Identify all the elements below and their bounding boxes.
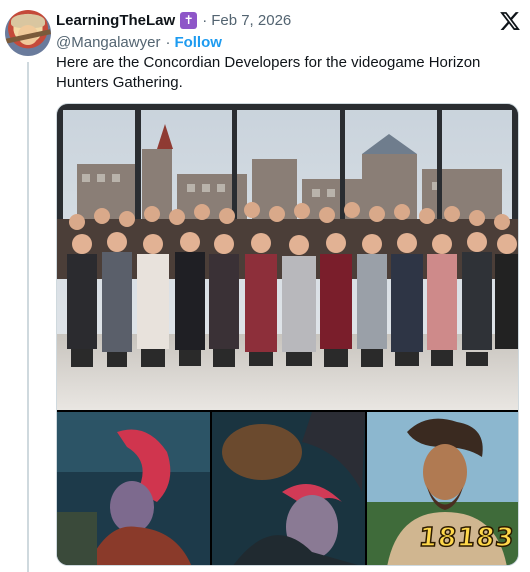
post-date[interactable]: Feb 7, 2026 <box>211 12 291 29</box>
cross-badge-icon: ✝ <box>180 11 198 29</box>
author-handle[interactable]: @Mangalawyer <box>56 34 160 51</box>
game-still-right[interactable]: 18183 <box>367 412 518 565</box>
separator: · <box>165 33 171 51</box>
avatar[interactable] <box>5 10 51 56</box>
tweet-text: Here are the Concordian Developers for t… <box>56 53 516 93</box>
tweet-subheader: @Mangalawyer · Follow <box>56 32 222 52</box>
tweet-card: LearningTheLaw ✝ · Feb 7, 2026 @Mangalaw… <box>0 0 530 572</box>
display-name[interactable]: LearningTheLaw <box>56 12 175 29</box>
follow-button[interactable]: Follow <box>174 34 222 51</box>
watermark: 18183 <box>416 522 516 554</box>
separator: · <box>202 11 208 29</box>
tweet-header: LearningTheLaw ✝ · Feb 7, 2026 <box>56 9 291 31</box>
media-grid: 18183 <box>56 103 519 566</box>
thread-line <box>27 62 29 572</box>
tweet-text-line: Here are the Concordian Developers for t… <box>56 54 481 71</box>
x-logo-icon[interactable] <box>499 10 521 32</box>
game-still-middle[interactable] <box>212 412 365 565</box>
tweet-text-line: Hunters Gathering. <box>56 74 183 91</box>
group-photo[interactable] <box>57 104 518 410</box>
game-still-left[interactable] <box>57 412 210 565</box>
